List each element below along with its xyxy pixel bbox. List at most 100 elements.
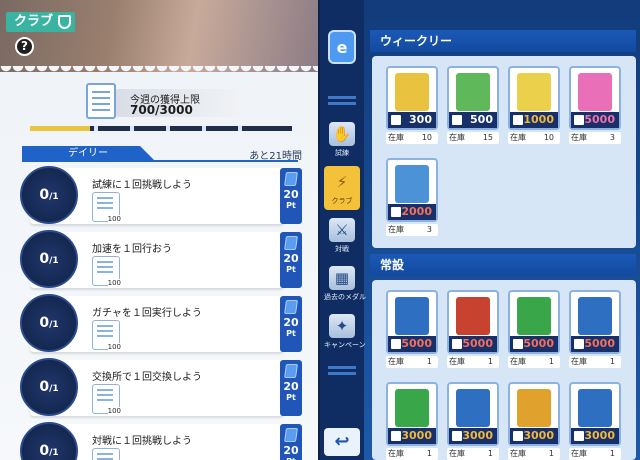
medal-book-icon (456, 389, 490, 427)
side-nav: e ✋ 試練 ⚡ クラブ ⚔ 対戦 ▦ 過去のメダル ✦ キャンペーン ↩ (320, 0, 366, 460)
item-stock: 在庫 1 (569, 448, 621, 460)
coin-icon (574, 431, 584, 441)
screen: クラブ ? 今週の獲得上限 700/3000 デイリー あと21時間 0/1 試練… (0, 0, 640, 460)
medal-book-icon (395, 389, 429, 427)
club-title-tag: クラブ (6, 12, 76, 32)
item-card: 5000 (447, 290, 499, 354)
shop-item[interactable]: 500 在庫 15 (447, 66, 499, 146)
medal-book-icon (578, 389, 612, 427)
mission-item[interactable]: 0/1 対戦に１回挑戦しよう100 20Pt (20, 422, 302, 460)
help-button[interactable]: ? (15, 37, 34, 56)
item-stock: 在庫 1 (447, 356, 499, 368)
mission-points-unit: Pt (286, 329, 296, 338)
medal-book-icon (456, 297, 490, 335)
daily-remaining-time: あと21時間 (249, 151, 302, 162)
item-price: 5000 (449, 336, 497, 352)
shop-item[interactable]: 3000 在庫 1 (569, 382, 621, 460)
coin-icon (574, 115, 584, 125)
mission-item[interactable]: 0/1 ガチャを１回実行しよう 100 20 Pt (20, 294, 302, 354)
mission-progress-circle: 0/1 (20, 358, 78, 416)
item-card: 5000 (386, 290, 438, 354)
weekly-section-header: ウィークリー (370, 30, 636, 52)
nav-item-label: 過去のメダル (324, 293, 366, 301)
shop-item[interactable]: 2000 在庫 3 (386, 158, 438, 238)
item-card: 3000 (508, 382, 560, 446)
coin-icon (513, 115, 523, 125)
medal-book-icon (395, 165, 429, 203)
coin-icon (452, 431, 462, 441)
item-stock: 在庫 1 (386, 356, 438, 368)
weekly-progress-fill (30, 126, 91, 131)
shield-icon (58, 15, 72, 29)
item-stock: 在庫 15 (447, 132, 499, 144)
item-stock: 在庫 1 (508, 356, 560, 368)
mission-item[interactable]: 0/1 加速を１回行おう 100 20 Pt (20, 230, 302, 290)
shop-item[interactable]: 3000 在庫 1 (508, 382, 560, 460)
shop-item[interactable]: 5000 在庫 3 (569, 66, 621, 146)
mission-points: 20 (283, 188, 299, 201)
shop-panel: e ✋ 試練 ⚡ クラブ ⚔ 対戦 ▦ 過去のメダル ✦ キャンペーン ↩ ウィークリー 300 在… (320, 0, 640, 460)
mission-progress-count: 0/1 (39, 187, 59, 203)
shop-item[interactable]: 5000 在庫 1 (569, 290, 621, 370)
nav-item-3[interactable]: ⚔ 対戦 (324, 214, 360, 258)
shop-item[interactable]: 3000 在庫 1 (447, 382, 499, 460)
item-card: 5000 (508, 290, 560, 354)
item-stock: 在庫 1 (386, 448, 438, 460)
coin-icon (513, 431, 523, 441)
item-card: 2000 (386, 158, 438, 222)
item-card: 5000 (569, 290, 621, 354)
shop-item[interactable]: 5000 在庫 1 (447, 290, 499, 370)
regular-section-header: 常設 (370, 254, 636, 276)
back-button[interactable]: ↩ (324, 428, 360, 456)
item-stock: 在庫 3 (386, 224, 438, 236)
item-stock: 在庫 10 (508, 132, 560, 144)
mission-progress-count: 0/1 (39, 251, 59, 267)
hand-icon: ✋ (329, 122, 355, 146)
mission-points: 20 (283, 252, 299, 265)
mission-title: 加速を１回行おう (92, 244, 172, 255)
reward-ticket-icon: 100 (92, 320, 121, 351)
reward-quantity: 100 (107, 407, 121, 415)
nav-item-4[interactable]: ▦ 過去のメダル (324, 262, 366, 306)
medal-book-icon (456, 73, 490, 111)
shop-item[interactable]: 1000 在庫 10 (508, 66, 560, 146)
mission-progress-count: 0/1 (39, 315, 59, 331)
medal-book-icon (517, 297, 551, 335)
point-gem-icon (284, 364, 298, 378)
medal-book-icon (517, 73, 551, 111)
reward-ticket-icon: 100 (92, 448, 120, 460)
medal-book-icon (578, 73, 612, 111)
reward-quantity: 100 (107, 343, 121, 351)
nav-item-2[interactable]: ⚡ クラブ (324, 166, 360, 210)
item-card: 5000 (569, 66, 621, 130)
app-logo: e (324, 26, 360, 72)
mission-points: 20 (283, 316, 299, 329)
item-stock: 在庫 1 (569, 356, 621, 368)
mission-points: 20 (283, 444, 299, 457)
mission-points-unit: Pt (286, 265, 296, 274)
item-price: 5000 (571, 112, 619, 128)
item-card: 500 (447, 66, 499, 130)
nav-item-5[interactable]: ✦ キャンペーン (324, 310, 366, 354)
nav-item-label: 試練 (335, 149, 349, 157)
item-stock: 在庫 10 (386, 132, 438, 144)
mission-item[interactable]: 0/1 交換所で１回交換しよう 100 20 Pt (20, 358, 302, 418)
item-card: 3000 (569, 382, 621, 446)
coin-icon (391, 431, 401, 441)
nav-item-1[interactable]: ✋ 試練 (324, 118, 360, 162)
coin-icon (452, 339, 462, 349)
mission-title: 対戦に１回挑戦しよう (92, 436, 192, 447)
reward-quantity: 100 (107, 279, 121, 287)
header-banner (0, 0, 320, 78)
clipboard-icon (86, 83, 116, 119)
mission-progress-circle: 0/1 (20, 294, 78, 352)
item-price: 3000 (449, 428, 497, 444)
reward-ticket-icon: 100 (92, 256, 121, 287)
mission-point-badge: 20Pt (280, 296, 302, 352)
shop-item[interactable]: 300 在庫 10 (386, 66, 438, 146)
mission-title: 試練に１回挑戦しよう (92, 180, 192, 191)
mission-item[interactable]: 0/1 試練に１回挑戦しよう 100 20 Pt (20, 166, 302, 226)
shop-item[interactable]: 3000 在庫 1 (386, 382, 438, 460)
shop-item[interactable]: 5000 在庫 1 (508, 290, 560, 370)
shop-item[interactable]: 5000 在庫 1 (386, 290, 438, 370)
